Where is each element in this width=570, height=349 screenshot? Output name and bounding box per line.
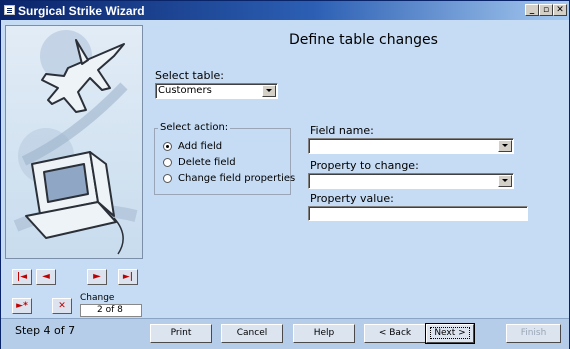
back-button-label: < Back (378, 328, 412, 338)
select-table-label: Select table: (155, 69, 224, 82)
record-position: 2 of 8 (80, 304, 142, 317)
radio-label: Change field properties (178, 173, 296, 184)
app-icon[interactable] (4, 5, 15, 15)
wizard-window: Surgical Strike Wizard _ ▫ ✕ |◄ ◄ ► ►| ►… (0, 0, 570, 349)
last-record-button[interactable]: ►| (118, 269, 138, 285)
finish-button-label: Finish (520, 328, 547, 338)
close-button[interactable]: ✕ (553, 4, 567, 16)
restore-button[interactable]: ▫ (539, 4, 553, 16)
radio-button-selected-icon[interactable] (163, 142, 172, 151)
title-bar[interactable]: Surgical Strike Wizard _ ▫ ✕ (1, 1, 569, 20)
wizard-illustration (5, 25, 143, 259)
chevron-down-icon[interactable] (498, 175, 512, 187)
chevron-down-icon[interactable] (262, 85, 276, 97)
footer-bar (1, 318, 569, 349)
back-button[interactable]: < Back (364, 324, 426, 343)
print-button[interactable]: Print (150, 324, 212, 343)
field-name-dropdown[interactable] (308, 138, 514, 154)
next-button[interactable]: Next > (425, 323, 475, 344)
cancel-button-label: Cancel (236, 328, 268, 338)
previous-record-button[interactable]: ◄ (36, 269, 56, 285)
minimize-button[interactable]: _ (525, 4, 539, 16)
property-to-change-dropdown[interactable] (308, 173, 514, 189)
new-record-button[interactable]: ►* (12, 298, 32, 314)
next-button-label: Next > (430, 327, 470, 339)
next-record-button[interactable]: ► (87, 269, 107, 285)
cancel-button[interactable]: Cancel (221, 324, 283, 343)
jet-and-computer-illustration (13, 30, 138, 255)
select-table-dropdown[interactable]: Customers (155, 83, 278, 99)
select-action-label: Select action: (158, 122, 231, 133)
print-button-label: Print (170, 328, 192, 338)
page-title: Define table changes (289, 32, 438, 48)
select-table-value: Customers (158, 85, 212, 96)
property-to-change-label: Property to change: (310, 159, 419, 172)
help-button[interactable]: Help (293, 324, 355, 343)
finish-button[interactable]: Finish (506, 324, 561, 343)
help-button-label: Help (313, 328, 335, 338)
window-title: Surgical Strike Wizard (18, 4, 145, 18)
property-value-label: Property value: (310, 192, 394, 205)
chevron-down-icon[interactable] (498, 140, 512, 152)
radio-button-icon[interactable] (163, 158, 172, 167)
first-record-button[interactable]: |◄ (12, 269, 32, 285)
property-value-input[interactable] (308, 206, 528, 221)
radio-label: Delete field (178, 157, 236, 168)
radio-button-icon[interactable] (163, 174, 172, 183)
field-name-label: Field name: (310, 124, 374, 137)
change-label: Change (80, 293, 115, 303)
radio-label: Add field (178, 141, 223, 152)
step-indicator: Step 4 of 7 (15, 324, 76, 337)
delete-record-button[interactable]: ✕ (52, 298, 72, 314)
